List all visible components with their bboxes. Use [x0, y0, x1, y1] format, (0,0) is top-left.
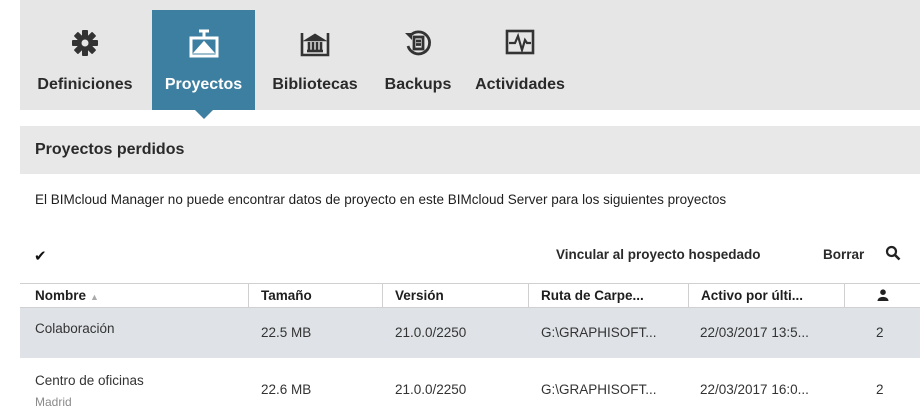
column-header-activo[interactable]: Activo por últi... — [688, 284, 844, 308]
tab-label: Bibliotecas — [272, 76, 358, 93]
project-last-active: 22/03/2017 13:5... — [700, 325, 809, 340]
column-header-users[interactable] — [844, 284, 920, 308]
projects-icon — [152, 28, 255, 68]
tab-label: Actividades — [475, 76, 565, 93]
link-to-hosted-project-button[interactable]: Vincular al proyecto hospedado — [556, 247, 761, 262]
project-folder-path: G:\GRAPHISOFT... — [541, 382, 657, 397]
select-all-checkmark-icon[interactable]: ✔ — [34, 247, 47, 265]
column-header-version[interactable]: Versión — [382, 284, 528, 308]
project-last-active: 22/03/2017 16:0... — [700, 382, 809, 397]
project-location: Madrid — [35, 395, 72, 409]
project-users-count: 2 — [876, 325, 884, 340]
tab-bibliotecas[interactable]: Bibliotecas — [258, 10, 372, 110]
project-version: 21.0.0/2250 — [395, 325, 467, 340]
section-title: Proyectos perdidos — [35, 141, 185, 158]
tab-definiciones[interactable]: Definiciones — [20, 10, 150, 110]
sort-ascending-icon: ▲ — [90, 292, 99, 302]
tab-actividades[interactable]: Actividades — [465, 10, 575, 110]
search-icon[interactable] — [885, 245, 901, 266]
library-icon — [258, 28, 372, 68]
project-name: Centro de oficinas — [35, 373, 144, 388]
project-name: Colaboración — [35, 321, 115, 336]
description-text: El BIMcloud Manager no puede encontrar d… — [35, 192, 727, 207]
backup-icon — [375, 28, 461, 68]
toolbar: ✔ Vincular al proyecto hospedado Borrar — [20, 243, 920, 269]
top-navigation: Definiciones Proyectos Bibliotecas Backu… — [20, 0, 920, 119]
table-row[interactable]: Centro de oficinas Madrid 22.6 MB 21.0.0… — [20, 362, 920, 411]
project-users-count: 2 — [876, 382, 884, 397]
column-header-ruta[interactable]: Ruta de Carpe... — [528, 284, 688, 308]
tab-label: Proyectos — [164, 76, 243, 93]
tab-label: Definiciones — [37, 76, 133, 93]
column-header-tamano[interactable]: Tamaño — [248, 284, 382, 308]
project-size: 22.6 MB — [261, 382, 312, 397]
gear-icon — [20, 28, 150, 68]
column-header-nombre[interactable]: Nombre ▲ — [20, 284, 248, 308]
tab-backups[interactable]: Backups — [375, 10, 461, 110]
table-row[interactable]: Colaboración 22.5 MB 21.0.0/2250 G:\GRAP… — [20, 308, 920, 358]
tab-proyectos[interactable]: Proyectos — [152, 10, 255, 119]
project-folder-path: G:\GRAPHISOFT... — [541, 325, 657, 340]
user-icon — [877, 289, 888, 301]
tab-label: Backups — [384, 76, 452, 93]
project-size: 22.5 MB — [261, 325, 312, 340]
section-header: Proyectos perdidos — [20, 126, 920, 174]
table-header: Nombre ▲ Tamaño Versión Ruta de Carpe... … — [20, 283, 920, 308]
activity-icon — [465, 28, 575, 68]
project-version: 21.0.0/2250 — [395, 382, 467, 397]
delete-button[interactable]: Borrar — [823, 247, 864, 262]
